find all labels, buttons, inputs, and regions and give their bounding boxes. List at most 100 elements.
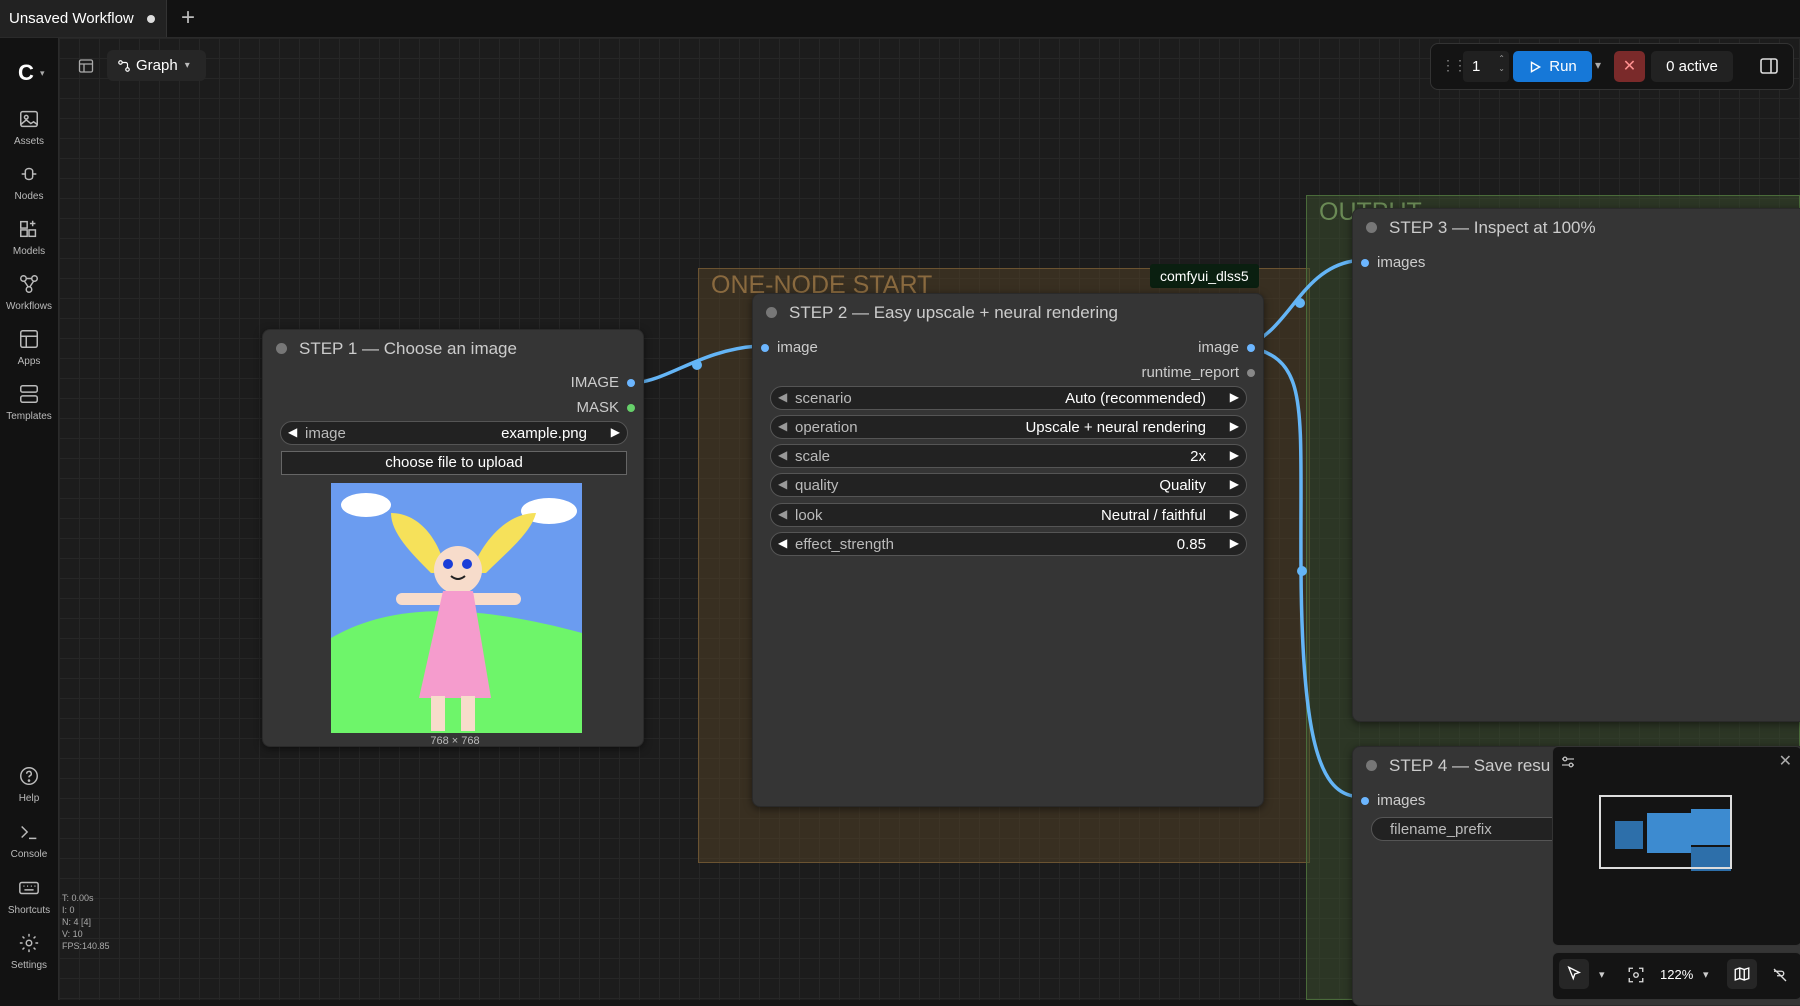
sidebar-item-assets[interactable]: Assets [0, 108, 58, 147]
output-slot-runtime-report[interactable]: runtime_report [1141, 364, 1255, 381]
run-label: Run [1549, 58, 1577, 75]
output-slot-mask[interactable]: MASK [576, 399, 635, 416]
graph-mode-button[interactable]: Graph ▾ [107, 50, 206, 81]
sidebar-item-nodes[interactable]: Nodes [0, 163, 58, 202]
collapse-dot-icon[interactable] [766, 307, 777, 318]
arrow-left-icon[interactable]: ◀ [778, 448, 787, 462]
add-tab-button[interactable]: + [176, 6, 200, 30]
image-icon [20, 110, 38, 128]
arrow-left-icon[interactable]: ◀ [288, 425, 297, 439]
stepper-icon[interactable]: ⌃ ⌄ [1498, 54, 1505, 74]
sidebar-item-apps[interactable]: Apps [0, 328, 58, 367]
upload-file-button[interactable]: choose file to upload [281, 451, 627, 475]
stat-i: I: 0 [62, 905, 75, 915]
sidebar-item-console[interactable]: Console [0, 821, 58, 860]
widget-value: example.png [501, 425, 587, 442]
widget-name: image [305, 425, 346, 442]
sidebar-item-settings[interactable]: Settings [0, 932, 58, 971]
sidebar-item-templates[interactable]: Templates [0, 383, 58, 422]
tab-bar: Unsaved Workflow + [0, 0, 1800, 38]
perf-stats: T: 0.00s I: 0 N: 4 [4] V: 10 FPS:140.85 [62, 892, 110, 952]
cursor-icon [1567, 965, 1582, 981]
tab-unsaved-workflow[interactable]: Unsaved Workflow [0, 0, 167, 37]
node-title: STEP 2 — Easy upscale + neural rendering [789, 303, 1119, 322]
output-slot-image[interactable]: IMAGE [571, 374, 635, 391]
drag-handle-icon[interactable]: ⋮⋮ [1441, 57, 1467, 74]
widget-operation[interactable]: ◀ operation Upscale + neural rendering ▶ [770, 415, 1247, 439]
node-step3-preview[interactable]: STEP 3 — Inspect at 100% images [1352, 208, 1800, 722]
widget-image-select[interactable]: ◀ image example.png ▶ [280, 421, 628, 445]
sidebar-item-label: Shortcuts [7, 905, 51, 916]
input-slot-image[interactable]: image [761, 339, 818, 356]
run-button[interactable]: Run [1513, 51, 1592, 82]
arrow-right-icon[interactable]: ▶ [611, 425, 620, 439]
node-header[interactable]: STEP 3 — Inspect at 100% [1353, 209, 1800, 245]
output-pin-icon[interactable] [1247, 343, 1255, 352]
cancel-button[interactable]: ✕ [1614, 51, 1645, 82]
slot-label: IMAGE [570, 374, 619, 391]
output-slot-image[interactable]: image [1198, 339, 1255, 356]
widget-name: filename_prefix [1390, 821, 1492, 838]
collapse-dot-icon[interactable] [1366, 760, 1377, 771]
output-pin-icon[interactable] [1247, 368, 1255, 377]
comfy-logo-icon[interactable]: C [18, 60, 34, 86]
collapse-dot-icon[interactable] [276, 343, 287, 354]
arrow-right-icon[interactable]: ▶ [1230, 419, 1239, 433]
active-jobs-button[interactable]: 0 active [1651, 51, 1733, 82]
widget-name: look [795, 507, 823, 524]
arrow-right-icon[interactable]: ▶ [1230, 507, 1239, 521]
sidebar-item-label: Help [18, 793, 40, 804]
chevron-down-icon[interactable]: ▾ [40, 68, 45, 79]
chevron-down-icon[interactable]: ▾ [1703, 968, 1709, 981]
output-pin-icon[interactable] [627, 403, 635, 412]
arrow-left-icon[interactable]: ◀ [778, 419, 787, 433]
widget-value: 0.85 [1176, 536, 1206, 553]
output-pin-icon[interactable] [627, 378, 635, 387]
arrow-left-icon[interactable]: ◀ [778, 507, 787, 521]
node-header[interactable]: STEP 2 — Easy upscale + neural rendering [753, 294, 1263, 330]
input-pin-icon[interactable] [1361, 796, 1369, 805]
arrow-left-icon[interactable]: ◀ [778, 390, 787, 404]
arrow-right-icon[interactable]: ▶ [1230, 536, 1239, 550]
chevron-down-icon[interactable]: ▾ [1599, 968, 1605, 981]
minimap-viewport[interactable] [1599, 795, 1732, 869]
input-pin-icon[interactable] [1361, 258, 1369, 267]
collapse-dot-icon[interactable] [1366, 222, 1377, 233]
map-icon [1734, 967, 1750, 981]
settings-sliders-icon[interactable] [1561, 755, 1575, 769]
sidebar-item-models[interactable]: Models [0, 218, 58, 257]
chevron-down-icon[interactable]: ▾ [1595, 58, 1601, 72]
minimap[interactable]: ✕ [1552, 746, 1800, 946]
arrow-right-icon[interactable]: ▶ [1230, 390, 1239, 404]
node-header[interactable]: STEP 1 — Choose an image [263, 330, 643, 366]
sidebar-item-workflows[interactable]: Workflows [0, 273, 58, 312]
widget-scenario[interactable]: ◀ scenario Auto (recommended) ▶ [770, 386, 1247, 410]
widget-quality[interactable]: ◀ quality Quality ▶ [770, 473, 1247, 497]
queue-count-value: 1 [1472, 58, 1481, 75]
fit-view-icon[interactable] [1627, 966, 1645, 984]
input-slot-images[interactable]: images [1361, 254, 1425, 271]
select-mode-button[interactable] [1559, 959, 1589, 989]
widget-look[interactable]: ◀ look Neutral / faithful ▶ [770, 503, 1247, 527]
toggle-right-panel-icon[interactable] [1759, 56, 1779, 76]
widget-scale[interactable]: ◀ scale 2x ▶ [770, 444, 1247, 468]
sidebar-item-label: Console [10, 849, 48, 860]
input-slot-images[interactable]: images [1361, 792, 1425, 809]
arrow-right-icon[interactable]: ▶ [1230, 448, 1239, 462]
toggle-panel-icon[interactable] [78, 58, 94, 74]
widget-effect-strength[interactable]: ◀ effect_strength 0.85 ▶ [770, 532, 1247, 556]
slot-label: images [1377, 254, 1426, 271]
sidebar-item-shortcuts[interactable]: Shortcuts [0, 877, 58, 916]
close-icon[interactable]: ✕ [1779, 751, 1792, 771]
sidebar-item-help[interactable]: Help [0, 765, 58, 804]
arrow-right-icon[interactable]: ▶ [1230, 477, 1239, 491]
zoom-level[interactable]: 122% [1660, 967, 1693, 982]
arrow-left-icon[interactable]: ◀ [778, 477, 787, 491]
queue-count-input[interactable]: 1 ⌃ ⌄ [1463, 51, 1509, 82]
stat-fps: FPS:140.85 [62, 941, 110, 951]
arrow-left-icon[interactable]: ◀ [778, 536, 787, 550]
toggle-minimap-button[interactable] [1727, 959, 1757, 989]
link-visibility-icon[interactable] [1771, 966, 1789, 984]
widget-value: Neutral / faithful [1100, 507, 1206, 524]
input-pin-icon[interactable] [761, 343, 769, 352]
